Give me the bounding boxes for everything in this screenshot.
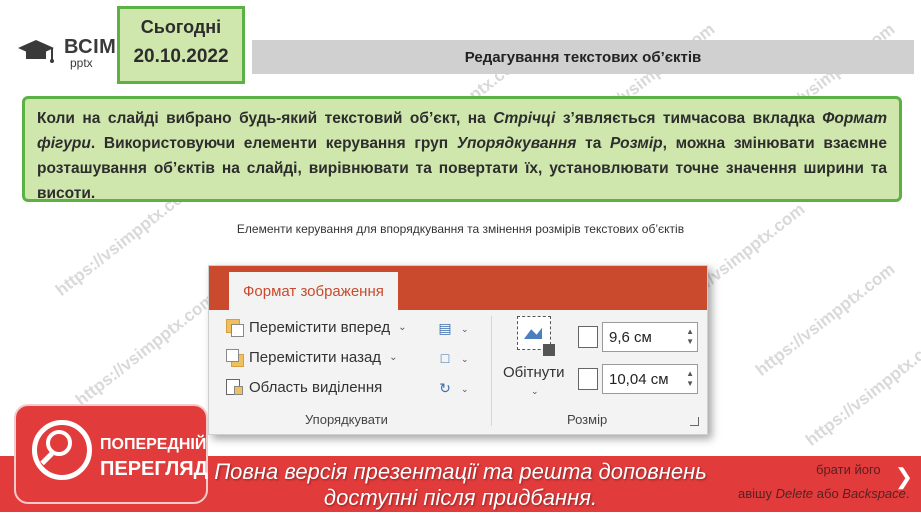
watermark: https://vsimpptx.com xyxy=(751,259,899,380)
page-title: Редагування текстових об’єктів xyxy=(464,48,702,66)
next-slide-arrow-icon[interactable]: ❯ xyxy=(890,456,918,498)
bring-forward-button[interactable]: Перемістити вперед ⌄ xyxy=(225,318,407,337)
bring-forward-icon xyxy=(225,318,244,337)
ribbon-screenshot: Формат зображення Перемістити вперед ⌄ П… xyxy=(208,265,708,435)
rotate-icon[interactable]: ↻ xyxy=(435,378,455,398)
width-field[interactable]: 10,04 см ▲ ▼ xyxy=(602,364,698,394)
header-bar: Редагування текстових об’єктів xyxy=(252,40,914,74)
preview-line-1: ПОПЕРЕДНІЙ xyxy=(100,436,207,453)
send-backward-button[interactable]: Перемістити назад ⌄ xyxy=(225,348,398,367)
date-value: 20.10.2022 xyxy=(133,46,229,67)
figure-caption: Елементи керування для впорядкування та … xyxy=(236,222,685,236)
chevron-down-icon: ⌄ xyxy=(531,386,539,396)
crop-button[interactable]: Обітнути xyxy=(503,364,565,381)
logo-sub: pptx xyxy=(70,56,93,70)
group-label-arrange: Упорядкувати xyxy=(305,412,388,427)
date-box: Сьогодні 20.10.2022 xyxy=(117,6,245,84)
height-icon xyxy=(578,326,598,348)
width-icon xyxy=(578,368,598,390)
align-icon[interactable]: ▤ xyxy=(435,318,455,338)
group-icon[interactable]: □ xyxy=(435,348,455,368)
selection-pane-icon xyxy=(225,378,243,396)
send-backward-icon xyxy=(225,348,244,367)
chevron-down-icon: ⌄ xyxy=(461,354,469,364)
crop-handle-icon xyxy=(543,344,555,356)
main-text-box: Коли на слайді вибрано будь-який текстов… xyxy=(22,96,902,202)
tab-picture-format[interactable]: Формат зображення xyxy=(229,272,398,310)
dialog-launcher-icon[interactable] xyxy=(690,417,699,426)
chevron-down-icon: ⌄ xyxy=(461,324,469,334)
chevron-down-icon: ⌄ xyxy=(398,321,407,333)
date-label: Сьогодні xyxy=(140,17,222,37)
preview-badge[interactable]: ПОПЕРЕДНІЙ ПЕРЕГЛЯД xyxy=(14,404,208,504)
graduation-cap-icon xyxy=(18,40,54,63)
height-field[interactable]: 9,6 см ▲ ▼ xyxy=(602,322,698,352)
spinner-icon[interactable]: ▲ ▼ xyxy=(686,327,694,347)
preview-line-2: ПЕРЕГЛЯД xyxy=(100,458,208,480)
selection-pane-button[interactable]: Область виділення xyxy=(225,378,382,396)
spinner-icon[interactable]: ▲ ▼ xyxy=(686,369,694,389)
chevron-down-icon: ⌄ xyxy=(389,351,398,363)
watermark: https://vsimpptx.com xyxy=(71,289,219,410)
main-paragraph: Коли на слайді вибрано будь-який текстов… xyxy=(37,110,887,202)
watermark: https://vsimpptx.com xyxy=(801,329,921,450)
group-label-size: Розмір xyxy=(567,412,608,427)
logo: ВСІМ pptx xyxy=(12,36,116,70)
chevron-down-icon: ⌄ xyxy=(461,384,469,394)
group-divider xyxy=(491,316,492,426)
